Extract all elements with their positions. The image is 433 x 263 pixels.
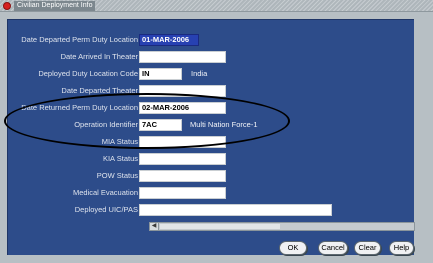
pow-status-label: POW Status <box>96 171 138 180</box>
ok-button[interactable]: OK <box>279 241 307 255</box>
oracle-window-icon <box>3 2 11 10</box>
mia-status-field[interactable] <box>139 136 226 148</box>
pow-status-field[interactable] <box>139 170 226 182</box>
date-returned-perm-duty-location-field[interactable]: 02-MAR-2006 <box>139 102 226 114</box>
window-title-bar: Civilian Deployment Info <box>0 0 433 12</box>
horizontal-scrollbar[interactable]: ◀ <box>149 222 415 231</box>
operation-identifier-label: Operation Identifier <box>74 120 138 129</box>
scroll-thumb[interactable] <box>160 224 280 229</box>
kia-status-label: KIA Status <box>102 154 138 163</box>
date-returned-perm-duty-location-label: Date Returned Perm Duty Location <box>21 103 138 112</box>
cancel-button[interactable]: Cancel <box>318 241 348 255</box>
deployed-duty-location-code-label: Deployed Duty Location Code <box>38 69 138 78</box>
mia-status-label: MIA Status <box>101 137 138 146</box>
deployed-duty-location-description: India <box>191 69 208 78</box>
medical-evacuation-field[interactable] <box>139 187 226 199</box>
window-title: Civilian Deployment Info <box>14 1 96 11</box>
help-button[interactable]: Help <box>389 241 414 255</box>
date-departed-perm-duty-location-label: Date Departed Perm Duty Location <box>21 35 138 44</box>
deployment-form-panel: Date Departed Perm Duty Location 01-MAR-… <box>7 19 415 255</box>
operation-identifier-field[interactable]: 7AC <box>139 119 182 131</box>
date-departed-perm-duty-location-field[interactable]: 01-MAR-2006 <box>139 34 199 46</box>
deployed-duty-location-code-field[interactable]: IN <box>139 68 182 80</box>
date-arrived-in-theater-label: Date Arrived In Theater <box>60 52 138 61</box>
scroll-left-arrow-icon[interactable]: ◀ <box>150 223 159 230</box>
date-departed-theater-label: Date Departed Theater <box>61 86 138 95</box>
deployed-uic-pas-field[interactable] <box>139 204 332 216</box>
operation-identifier-description: Multi Nation Force-1 <box>190 120 258 129</box>
clear-button[interactable]: Clear <box>354 241 381 255</box>
date-arrived-in-theater-field[interactable] <box>139 51 226 63</box>
medical-evacuation-label: Medical Evacuation <box>72 188 138 197</box>
date-departed-theater-field[interactable] <box>139 85 226 97</box>
kia-status-field[interactable] <box>139 153 226 165</box>
deployed-uic-pas-label: Deployed UIC/PAS <box>74 205 138 214</box>
